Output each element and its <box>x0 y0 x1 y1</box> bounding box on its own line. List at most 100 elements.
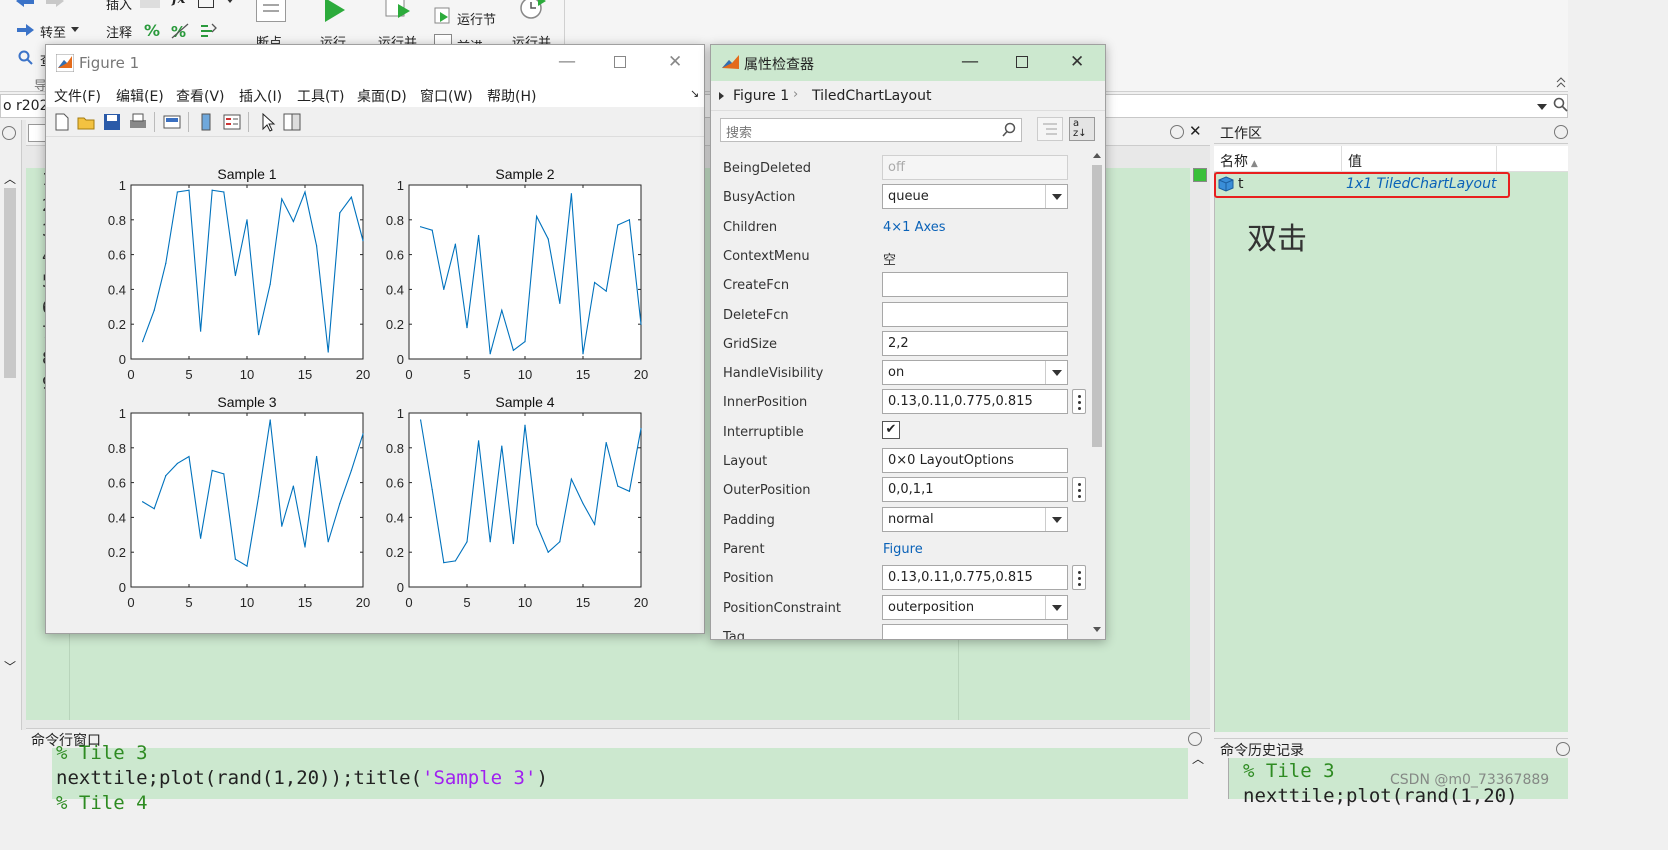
editor-file-icon[interactable] <box>28 124 46 142</box>
dropdown-arrow-icon[interactable] <box>1045 185 1067 209</box>
code-analyzer-indicator[interactable] <box>1193 168 1207 182</box>
property-field[interactable]: 0×0 LayoutOptions <box>882 448 1068 473</box>
workspace-variable-row[interactable]: t 1x1 TiledChartLayout <box>1214 172 1510 198</box>
expand-arrow-icon[interactable] <box>719 92 724 100</box>
menu-view[interactable]: 查看(V) <box>176 86 225 106</box>
run-section-icon[interactable] <box>434 7 452 25</box>
property-field[interactable]: 2,2 <box>882 330 1068 356</box>
tiled-chart-layout[interactable]: Sample 10 5 10 15 2000.20.40.60.81Sample 20 5… <box>46 137 704 633</box>
menu-insert[interactable]: 插入(I) <box>239 86 282 106</box>
run-advance-icon[interactable] <box>384 0 414 22</box>
link-plot-icon[interactable] <box>162 112 182 132</box>
edit-plot-cursor-icon[interactable] <box>258 112 278 132</box>
menu-edit[interactable]: 编辑(E) <box>116 86 164 106</box>
close-icon[interactable]: ✕ <box>668 52 682 72</box>
insert-button[interactable]: 插入 <box>106 0 132 13</box>
breadcrumb-figure[interactable]: Figure 1 <box>733 88 789 104</box>
column-name-header[interactable]: 名称 ▲ <box>1220 151 1258 171</box>
more-options-icon[interactable] <box>1072 389 1086 415</box>
dropdown-arrow-icon[interactable] <box>1045 361 1067 385</box>
open-file-icon[interactable] <box>76 112 96 132</box>
colorbar-icon[interactable] <box>196 112 216 132</box>
property-editor-icon[interactable] <box>282 112 302 132</box>
property-dropdown[interactable]: on <box>882 360 1068 386</box>
menu-file[interactable]: 文件(F) <box>54 86 101 106</box>
search-folder-icon[interactable] <box>1553 97 1569 113</box>
command-scroll-up-icon[interactable]: ︿ <box>1192 750 1204 767</box>
scrollbar-thumb[interactable] <box>1092 165 1102 447</box>
property-dropdown[interactable]: queue <box>882 184 1068 210</box>
menu-tools[interactable]: 工具(T) <box>297 86 344 106</box>
menu-help[interactable]: 帮助(H) <box>487 86 536 106</box>
forward-arrow-icon[interactable] <box>44 0 66 8</box>
breadcrumb-tiledchartlayout[interactable]: TiledChartLayout <box>812 88 931 104</box>
uncomment-icon[interactable]: % <box>170 22 190 41</box>
column-value-header[interactable]: 值 <box>1348 151 1362 171</box>
panel-menu-icon[interactable] <box>2 126 16 140</box>
dropdown-arrow-icon[interactable] <box>1045 595 1067 619</box>
search-icon[interactable] <box>1001 122 1017 138</box>
inspector-title-bar[interactable]: 属性检查器 — ✕ <box>711 45 1105 81</box>
run-section-button[interactable]: 运行节 <box>457 9 496 28</box>
menu-window[interactable]: 窗口(W) <box>420 86 473 106</box>
history-comment[interactable]: % Tile 3 <box>1243 760 1335 782</box>
close-icon[interactable]: ✕ <box>1070 52 1084 72</box>
run-icon[interactable] <box>322 0 348 24</box>
dropdown-arrow-icon[interactable] <box>71 27 79 32</box>
editor-close-icon[interactable]: ✕ <box>1189 122 1202 140</box>
matrix-dropdown-icon[interactable] <box>226 0 234 3</box>
matrix-icon[interactable] <box>198 0 214 8</box>
property-field[interactable]: 0.13,0.11,0.775,0.815 <box>882 565 1068 591</box>
property-checkbox[interactable]: ✔ <box>882 420 900 439</box>
property-list[interactable]: BeingDeleted off BusyAction queue Children 4×… <box>711 149 1105 639</box>
goto-icon[interactable] <box>16 22 36 38</box>
alphabetical-sort-button[interactable]: a z↓ <box>1069 117 1095 141</box>
maximize-icon[interactable] <box>614 56 626 68</box>
figure-window[interactable]: Figure 1 — ✕ 文件(F) 编辑(E) 查看(V) 插入(I) 工具(… <box>45 44 705 634</box>
workspace-variable-list[interactable]: 双击 <box>1214 172 1568 732</box>
indent-icon[interactable] <box>198 22 218 40</box>
more-options-icon[interactable] <box>1072 565 1086 591</box>
maximize-icon[interactable] <box>1016 56 1028 68</box>
scroll-down-icon[interactable]: ﹀ <box>4 658 16 675</box>
inspector-search-input[interactable]: 搜索 <box>720 118 1022 142</box>
scroll-up-icon[interactable] <box>1093 153 1101 158</box>
history-command[interactable]: nexttile;plot(rand(1,20) <box>1243 785 1518 807</box>
current-folder-panel-collapsed[interactable]: ︿ ﹀ <box>0 120 22 730</box>
property-field[interactable]: 0.13,0.11,0.775,0.815 <box>882 389 1068 415</box>
workspace-menu-icon[interactable] <box>1554 125 1568 139</box>
property-field[interactable]: 0,0,1,1 <box>882 477 1068 503</box>
minimize-icon[interactable]: — <box>558 51 576 72</box>
back-arrow-icon[interactable] <box>14 0 36 8</box>
property-link[interactable]: 4×1 Axes <box>883 220 946 235</box>
column-divider-2[interactable] <box>1496 146 1497 172</box>
property-link[interactable]: Figure <box>883 542 923 557</box>
command-window-menu-icon[interactable] <box>1188 732 1202 746</box>
property-field[interactable] <box>882 301 1068 327</box>
legend-icon[interactable] <box>222 112 242 132</box>
dock-figure-icon[interactable]: ↘ <box>690 87 699 100</box>
comment-percent-button[interactable]: % <box>144 21 160 40</box>
inspector-scrollbar[interactable] <box>1089 149 1105 639</box>
goto-button[interactable]: 转至 <box>40 22 66 41</box>
insert-icon[interactable] <box>140 0 160 8</box>
minimize-icon[interactable]: — <box>961 51 979 72</box>
comment-button[interactable]: 注释 <box>106 22 132 41</box>
property-inspector-window[interactable]: 属性检查器 — ✕ Figure 1 › TiledChartLayout 搜索… <box>710 44 1106 640</box>
property-dropdown[interactable]: outerposition <box>882 594 1068 620</box>
scrollbar-thumb[interactable] <box>4 188 16 378</box>
column-divider[interactable] <box>1341 146 1342 172</box>
axes-3[interactable]: Sample 3 0 5 10 15 20 0 0.2 0.4 0.6 0.8 1 <box>108 394 370 610</box>
axes-1[interactable]: Sample 1 0 5 10 15 20 0 0.2 0.4 0.6 0.8 1 <box>108 166 370 382</box>
new-figure-icon[interactable] <box>52 112 72 132</box>
scroll-down-icon[interactable] <box>1093 627 1101 632</box>
menu-desktop[interactable]: 桌面(D) <box>357 86 407 106</box>
history-menu-icon[interactable] <box>1556 742 1570 756</box>
property-dropdown[interactable]: normal <box>882 506 1068 532</box>
property-field[interactable] <box>882 623 1068 639</box>
save-figure-icon[interactable] <box>102 112 122 132</box>
group-view-button[interactable] <box>1037 117 1063 141</box>
command-window-scrollbar[interactable]: ︿ <box>1188 748 1208 799</box>
breakpoint-icon[interactable] <box>256 0 286 22</box>
command-window[interactable]: % Tile 3 nexttile;plot(rand(1,20));title… <box>52 742 1188 814</box>
